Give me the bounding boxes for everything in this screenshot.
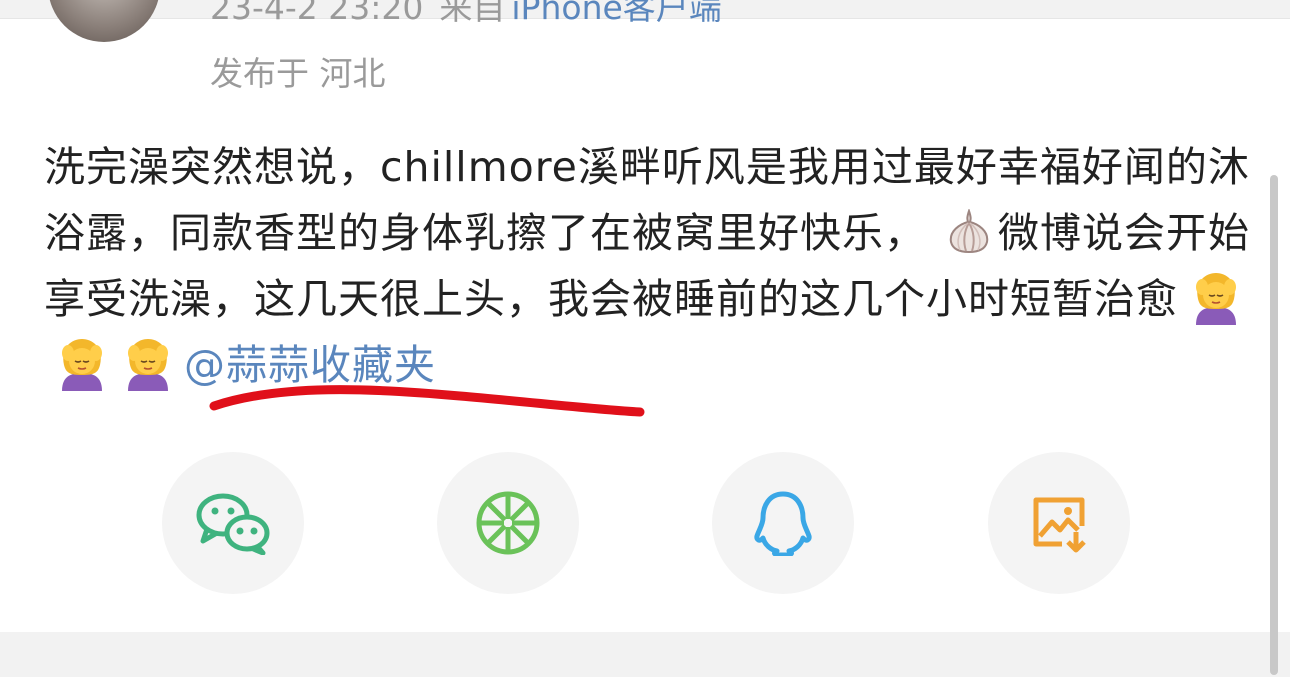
face-massage-emoji-icon (54, 335, 110, 391)
share-qq-button[interactable] (712, 452, 854, 594)
mention-link[interactable]: @蒜蒜收藏夹 (184, 341, 436, 389)
post-location: 发布于 河北 (210, 54, 386, 93)
post-device: iPhone客户端 (511, 0, 722, 27)
qq-icon (754, 491, 812, 556)
share-row (0, 452, 1290, 602)
post-meta: 23-4-2 23:20 来自 iPhone客户端 (210, 0, 722, 30)
moments-icon (476, 491, 540, 555)
face-massage-emoji-icon (1188, 269, 1244, 325)
garlic-emoji-icon (944, 206, 994, 254)
face-massage-emoji-icon (120, 335, 176, 391)
post-body: 洗完澡突然想说，chillmore溪畔听风是我用过最好幸福好闻的沐浴露，同款香型… (44, 134, 1254, 398)
save-image-icon (1033, 497, 1086, 553)
share-wechat-button[interactable] (162, 452, 304, 594)
avatar[interactable] (48, 0, 160, 42)
bottom-divider-band (0, 632, 1290, 677)
wechat-icon (196, 493, 270, 555)
post-datetime: 23-4-2 23:20 (210, 0, 424, 27)
scrollbar[interactable] (1270, 175, 1278, 675)
save-image-button[interactable] (988, 452, 1130, 594)
post-source-label: 来自 (439, 0, 506, 27)
share-moments-button[interactable] (437, 452, 579, 594)
